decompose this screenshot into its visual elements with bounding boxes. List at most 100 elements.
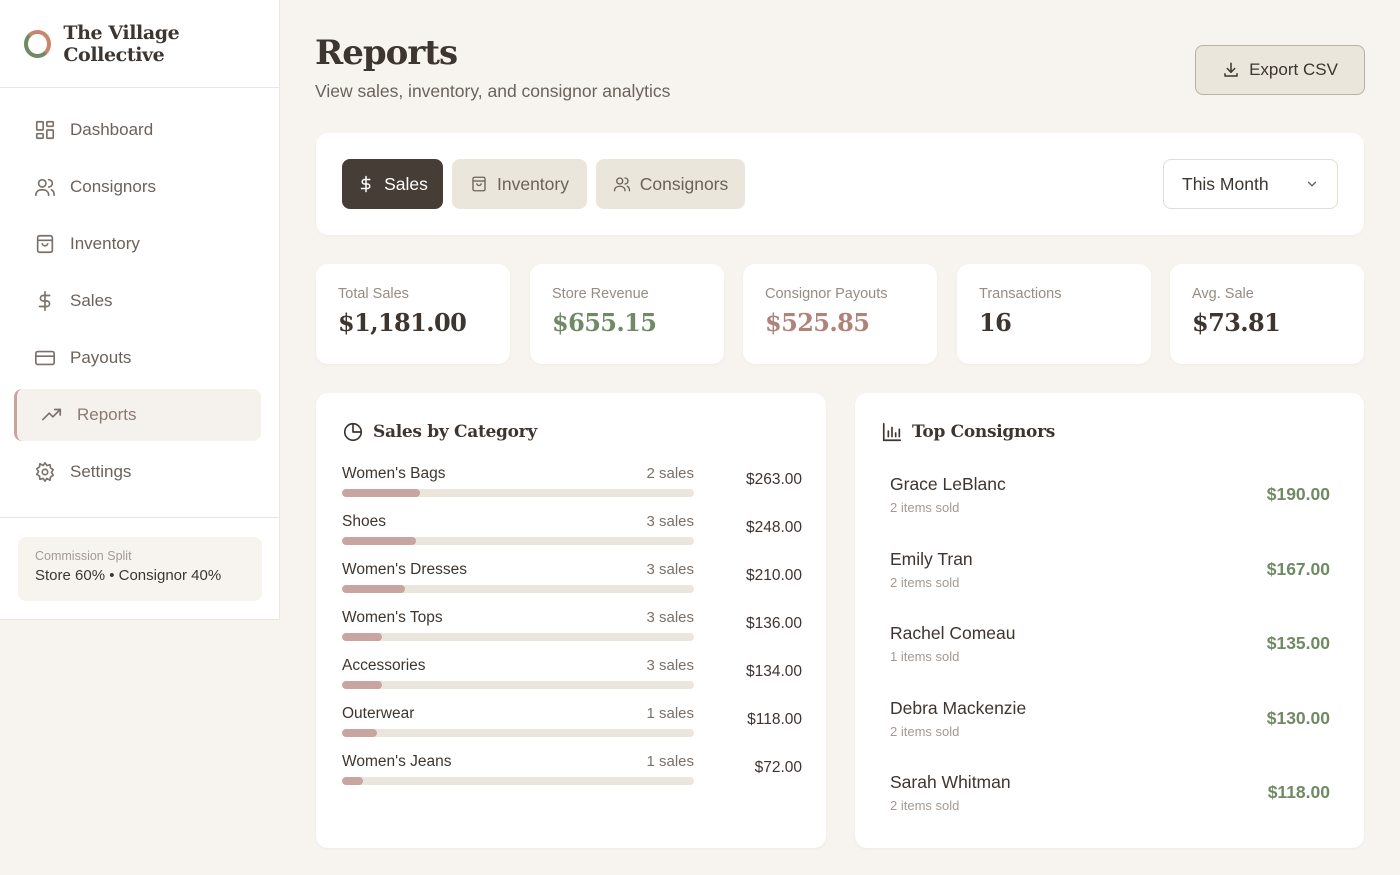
consignor-name: Rachel Comeau [890, 623, 1016, 643]
stat-value: 16 [979, 308, 1012, 337]
category-bar-track [342, 681, 694, 689]
dollar-icon [34, 290, 56, 312]
sidebar-item-sales[interactable]: Sales [14, 275, 261, 327]
consignor-row[interactable]: Debra Mackenzie 2 items sold $130.00 [890, 698, 1330, 748]
consignor-amount: $135.00 [1266, 633, 1330, 653]
period-select-value: This Month [1182, 173, 1269, 194]
stat-avg-sale: Avg. Sale $73.81 [1170, 264, 1364, 364]
trending-up-icon [41, 404, 63, 426]
stat-label: Transactions [979, 286, 1062, 302]
category-bar-track [342, 729, 694, 737]
consignor-name: Sarah Whitman [890, 772, 1011, 792]
tab-sales[interactable]: Sales [342, 159, 443, 209]
consignor-amount: $190.00 [1266, 484, 1330, 504]
stat-label: Store Revenue [552, 286, 649, 302]
consignor-items-sold: 2 items sold [890, 500, 960, 515]
consignor-row[interactable]: Grace LeBlanc 2 items sold $190.00 [890, 474, 1330, 524]
tab-label: Inventory [497, 173, 569, 194]
stat-label: Consignor Payouts [765, 286, 888, 302]
category-bar-track [342, 633, 694, 641]
card-title: Sales by Category [342, 421, 537, 443]
sidebar-divider [0, 517, 279, 518]
sidebar-item-label: Sales [70, 291, 113, 310]
sidebar: The Village Collective Dashboard Consign… [0, 0, 280, 620]
category-row: Women's Jeans 1 sales $72.00 [342, 753, 802, 793]
brand-name: The Village Collective [63, 21, 180, 66]
sidebar-item-inventory[interactable]: Inventory [14, 218, 261, 270]
sidebar-item-payouts[interactable]: Payouts [14, 332, 261, 384]
category-row: Women's Dresses 3 sales $210.00 [342, 561, 802, 601]
brand[interactable]: The Village Collective [0, 0, 279, 88]
consignor-amount: $130.00 [1266, 707, 1330, 728]
tab-label: Consignors [639, 173, 729, 194]
category-sales-count: 3 sales [646, 513, 694, 530]
consignor-row[interactable]: Rachel Comeau 1 items sold $135.00 [890, 623, 1330, 673]
category-name: Women's Dresses [342, 561, 467, 578]
category-amount: $134.00 [745, 663, 802, 680]
consignor-row[interactable]: Sarah Whitman 2 items sold $118.00 [890, 772, 1330, 822]
consignor-name: Emily Tran [890, 548, 973, 569]
sidebar-item-label: Inventory [70, 234, 140, 253]
category-row: Shoes 3 sales $248.00 [342, 513, 802, 553]
category-bar-fill [342, 729, 378, 737]
sidebar-item-reports[interactable]: Reports [14, 389, 261, 441]
users-icon [613, 175, 631, 193]
stat-total-sales: Total Sales $1,181.00 [316, 264, 510, 364]
bar-chart-icon [881, 421, 903, 443]
export-csv-label: Export CSV [1249, 60, 1338, 79]
category-name: Women's Bags [342, 465, 446, 482]
tab-consignors[interactable]: Consignors [596, 159, 745, 209]
consignor-amount: $167.00 [1266, 558, 1330, 579]
report-tabs-card: Sales Inventory Consignors This Month [316, 133, 1364, 235]
sidebar-item-label: Settings [70, 462, 132, 481]
tab-inventory[interactable]: Inventory [452, 159, 587, 209]
category-bar-fill [342, 489, 421, 497]
category-bar-fill [342, 633, 383, 641]
consignor-row[interactable]: Emily Tran 2 items sold $167.00 [890, 549, 1330, 599]
category-row: Women's Tops 3 sales $136.00 [342, 609, 802, 649]
dashboard-icon [34, 119, 56, 141]
sidebar-item-dashboard[interactable]: Dashboard [14, 104, 261, 156]
category-amount: $118.00 [747, 711, 802, 728]
users-icon [34, 176, 56, 198]
category-name: Shoes [342, 513, 386, 530]
category-amount: $263.00 [745, 471, 802, 488]
sidebar-item-settings[interactable]: Settings [14, 446, 261, 498]
period-select[interactable]: This Month [1163, 159, 1338, 209]
stat-value: $525.85 [765, 308, 870, 337]
card-title-text: Top Consignors [912, 422, 1056, 442]
sidebar-item-consignors[interactable]: Consignors [14, 161, 261, 213]
category-amount: $136.00 [745, 615, 802, 632]
category-sales-count: 3 sales [646, 657, 694, 674]
category-bar-fill [342, 585, 405, 593]
tab-label: Sales [384, 173, 428, 194]
consignor-name: Debra Mackenzie [890, 697, 1027, 718]
export-csv-button[interactable]: Export CSV [1195, 45, 1365, 95]
category-sales-count: 1 sales [646, 753, 694, 770]
credit-card-icon [34, 347, 56, 369]
category-bar-fill [342, 681, 382, 689]
category-amount: $210.00 [745, 567, 802, 584]
sidebar-item-label: Payouts [70, 348, 132, 367]
consignor-name: Grace LeBlanc [890, 474, 1006, 494]
download-icon [1222, 61, 1240, 79]
card-title-text: Sales by Category [373, 422, 537, 442]
category-sales-count: 3 sales [646, 561, 694, 578]
sidebar-item-label: Reports [77, 405, 137, 424]
top-consignors-card: Top Consignors Grace LeBlanc 2 items sold… [855, 393, 1364, 848]
sales-by-category-card: Sales by Category Women's Bags 2 sales $26… [316, 393, 826, 848]
logo-ring-icon [24, 29, 52, 58]
page-title: Reports [315, 33, 458, 73]
consignor-items-sold: 2 items sold [890, 574, 960, 590]
category-name: Women's Tops [342, 609, 443, 626]
category-amount: $72.00 [754, 759, 802, 776]
sidebar-item-label: Dashboard [70, 120, 154, 139]
stat-label: Avg. Sale [1192, 286, 1254, 302]
category-name: Women's Jeans [342, 753, 452, 770]
category-bar-track [342, 537, 694, 545]
consignor-items-sold: 1 items sold [890, 649, 960, 664]
category-row: Accessories 3 sales $134.00 [342, 657, 802, 697]
consignor-items-sold: 2 items sold [890, 798, 960, 813]
category-name: Outerwear [342, 705, 415, 722]
consignor-amount: $118.00 [1267, 782, 1330, 802]
